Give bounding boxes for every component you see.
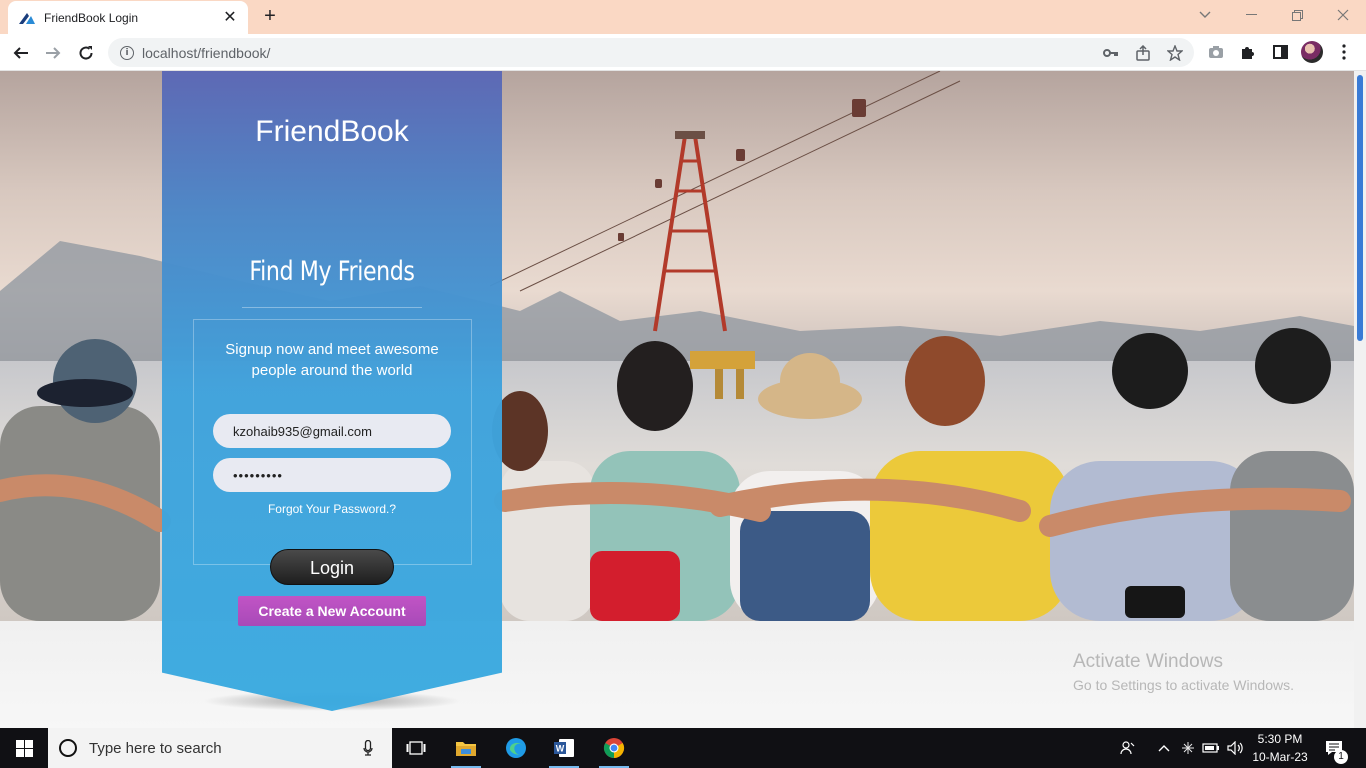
reload-button[interactable]: [73, 40, 99, 66]
url-text: localhost/friendbook/: [142, 44, 271, 61]
clock-date[interactable]: 10-Mar-23: [1250, 750, 1310, 764]
back-button[interactable]: [8, 40, 34, 66]
activate-windows-watermark: Activate Windows Go to Settings to activ…: [1073, 651, 1294, 693]
page-viewport: Activate Windows Go to Settings to activ…: [0, 71, 1354, 728]
scrollbar-thumb[interactable]: [1357, 75, 1363, 341]
volume-icon[interactable]: [1226, 738, 1246, 758]
word-app-icon[interactable]: W: [541, 728, 587, 768]
edge-browser-icon[interactable]: [493, 728, 539, 768]
tab-friendbook[interactable]: FriendBook Login ✕: [8, 1, 248, 34]
clock-time[interactable]: 5:30 PM: [1250, 732, 1310, 746]
side-panel-icon[interactable]: [1270, 42, 1290, 62]
forward-arrow-icon: [46, 47, 61, 59]
tab-close-icon[interactable]: ✕: [222, 9, 238, 26]
back-arrow-icon: [13, 47, 28, 59]
show-hidden-icons-chevron-icon[interactable]: [1154, 738, 1174, 758]
email-field[interactable]: [213, 414, 451, 448]
file-explorer-icon[interactable]: [443, 728, 489, 768]
watermark-subtitle: Go to Settings to activate Windows.: [1073, 677, 1294, 693]
favicon-icon: [19, 12, 35, 24]
forward-button[interactable]: [40, 40, 66, 66]
tab-title: FriendBook Login: [44, 10, 139, 25]
new-tab-button[interactable]: +: [258, 5, 282, 29]
tagline-line-2: people around the world: [251, 362, 413, 379]
tab-strip: FriendBook Login ✕ +: [0, 0, 1366, 34]
profile-avatar[interactable]: [1301, 41, 1323, 63]
microphone-icon[interactable]: [358, 740, 378, 756]
restore-button[interactable]: [1274, 0, 1320, 30]
svg-text:W: W: [556, 744, 565, 754]
search-placeholder: Type here to search: [89, 739, 222, 757]
menu-kebab-icon[interactable]: [1334, 42, 1354, 62]
share-icon[interactable]: [1134, 44, 1152, 62]
site-info-icon[interactable]: i: [120, 45, 134, 60]
tagline-line-1: Signup now and meet awesome: [225, 341, 439, 358]
windows-logo-icon: [15, 739, 33, 757]
reload-icon: [79, 46, 93, 60]
task-view-icon[interactable]: [393, 728, 439, 768]
start-button[interactable]: [0, 728, 48, 768]
login-button[interactable]: Login: [270, 549, 394, 585]
extensions-puzzle-icon[interactable]: [1238, 42, 1258, 62]
tab-search-icon[interactable]: [1182, 0, 1228, 30]
bookmark-star-icon[interactable]: [1166, 44, 1184, 62]
page-scrollbar[interactable]: [1354, 71, 1366, 728]
battery-icon[interactable]: [1201, 738, 1221, 758]
browser-toolbar: i localhost/friendbook/: [0, 34, 1366, 71]
key-icon[interactable]: [1102, 44, 1120, 62]
people-icon[interactable]: [1118, 738, 1138, 758]
form-heading: Find My Friends: [249, 256, 415, 287]
login-banner: FriendBook Find My Friends Signup now an…: [162, 71, 502, 711]
network-icon[interactable]: [1178, 738, 1198, 758]
brand-title: FriendBook: [255, 115, 409, 148]
taskbar-search-box[interactable]: Type here to search: [48, 728, 392, 768]
create-account-button[interactable]: Create a New Account: [238, 596, 426, 626]
heading-divider: [242, 307, 422, 308]
address-bar[interactable]: i localhost/friendbook/: [108, 38, 1194, 67]
signup-tagline: Signup now and meet awesome people aroun…: [162, 339, 502, 381]
watermark-title: Activate Windows: [1073, 651, 1223, 672]
close-window-button[interactable]: [1320, 0, 1366, 30]
notification-count-badge: 1: [1334, 750, 1348, 764]
password-field[interactable]: [213, 458, 451, 492]
cortana-icon: [59, 739, 77, 757]
windows-taskbar: Type here to search W 5:30 PM 10-Mar-23 …: [0, 728, 1366, 768]
minimize-button[interactable]: [1228, 0, 1274, 30]
chrome-browser-icon[interactable]: [591, 728, 637, 768]
forgot-password-link[interactable]: Forgot Your Password.?: [162, 502, 502, 516]
camera-icon[interactable]: [1206, 42, 1226, 62]
